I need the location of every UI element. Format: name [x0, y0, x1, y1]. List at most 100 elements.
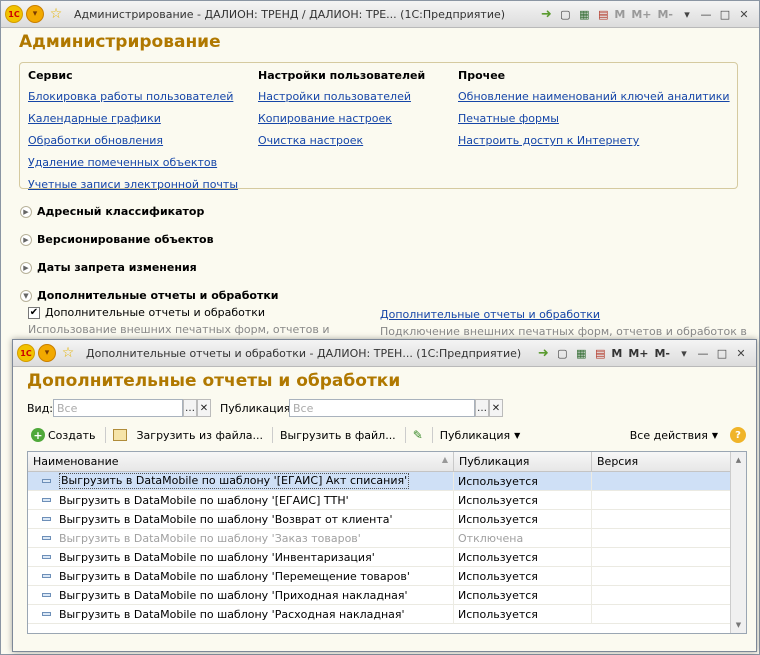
create-label: Создать	[48, 428, 96, 442]
link-delete-marked[interactable]: Удаление помеченных объектов	[28, 156, 238, 169]
copy-link-icon[interactable]: ▢	[554, 344, 570, 362]
add-copy-button[interactable]	[109, 429, 131, 441]
cell-publication: Используется	[454, 566, 592, 586]
column-other: Прочее Обновление наименований ключей ан…	[458, 69, 730, 156]
cell-publication: Используется	[454, 490, 592, 510]
cell-version	[592, 490, 732, 510]
pencil-icon: ✎	[412, 428, 423, 442]
unload-to-file-button[interactable]: Выгрузить в файл...	[276, 429, 400, 442]
close-icon[interactable]: ✕	[733, 344, 749, 362]
link-update-analytics-keys[interactable]: Обновление наименований ключей аналитики	[458, 90, 730, 103]
table-row[interactable]: Выгрузить в DataMobile по шаблону 'Прихо…	[28, 585, 746, 605]
calculator-icon[interactable]: ▦	[573, 344, 589, 362]
link-lock-users[interactable]: Блокировка работы пользователей	[28, 90, 238, 103]
create-button[interactable]: + Создать	[27, 428, 100, 442]
favorite-star-icon[interactable]: ☆	[59, 344, 77, 362]
unload-label: Выгрузить в файл...	[280, 428, 396, 442]
table-row[interactable]: Выгрузить в DataMobile по шаблону 'Перем…	[28, 566, 746, 586]
calculator-icon[interactable]: ▦	[576, 5, 592, 23]
1c-logo-icon[interactable]: 1С	[5, 5, 23, 23]
table-row[interactable]: Выгрузить в DataMobile по шаблону 'Заказ…	[28, 528, 746, 548]
chevron-down-icon: ▼	[514, 430, 521, 440]
processing-icon	[42, 479, 51, 483]
link-internet-access[interactable]: Настроить доступ к Интернету	[458, 134, 730, 147]
favorite-star-icon[interactable]: ☆	[47, 5, 65, 23]
cell-version	[592, 509, 732, 529]
select-button[interactable]: …	[475, 399, 489, 417]
publication-menu-button[interactable]: Публикация ▼	[436, 429, 525, 442]
menu-dropdown-icon[interactable]: ▾	[26, 5, 44, 23]
filter-vid-input[interactable]: Все	[53, 399, 183, 417]
all-actions-button[interactable]: Все действия ▼	[626, 429, 722, 442]
m-minus-button[interactable]: M-	[657, 8, 673, 21]
link-update-handlers[interactable]: Обработки обновления	[28, 134, 238, 147]
link-clear-settings[interactable]: Очистка настроек	[258, 134, 425, 147]
add-favorite-icon[interactable]: ➜	[535, 344, 551, 362]
scroll-up-icon[interactable]: ▲	[731, 452, 746, 468]
close-icon[interactable]: ✕	[736, 5, 752, 23]
main-titlebar: 1С ▾ ☆ Администрирование - ДАЛИОН: ТРЕНД…	[1, 1, 759, 28]
column-header-version[interactable]: Версия	[592, 452, 732, 471]
calendar-icon[interactable]: ▤	[592, 344, 608, 362]
filter-pub-input[interactable]: Все	[289, 399, 475, 417]
cell-name: Выгрузить в DataMobile по шаблону 'Перем…	[28, 566, 454, 586]
link-calendars[interactable]: Календарные графики	[28, 112, 238, 125]
m-minus-button[interactable]: M-	[654, 347, 670, 360]
command-bar: + Создать Загрузить из файла... Выгрузит…	[27, 424, 746, 446]
menu-dropdown-icon[interactable]: ▾	[38, 344, 56, 362]
window-title: Дополнительные отчеты и обработки - ДАЛИ…	[86, 346, 522, 360]
m-button[interactable]: M	[611, 347, 622, 360]
table-row[interactable]: Выгрузить в DataMobile по шаблону 'Расхо…	[28, 604, 746, 624]
link-user-settings[interactable]: Настройки пользователей	[258, 90, 425, 103]
table-row[interactable]: Выгрузить в DataMobile по шаблону 'Возвр…	[28, 509, 746, 529]
add-folder-icon	[112, 429, 127, 441]
minimize-icon[interactable]: —	[698, 5, 714, 23]
column-header-publication[interactable]: Публикация	[454, 452, 592, 471]
filter-vid-label: Вид:	[27, 402, 54, 415]
calendar-icon[interactable]: ▤	[595, 5, 611, 23]
vertical-scrollbar[interactable]: ▲ ▼	[730, 452, 746, 633]
table-header: Наименование ▲ Публикация Версия	[28, 452, 746, 472]
column-header-user-settings: Настройки пользователей	[258, 69, 426, 82]
m-plus-button[interactable]: M+	[631, 8, 651, 21]
help-icon[interactable]: ?	[730, 427, 746, 443]
checkbox-checked-icon[interactable]: ✔	[28, 306, 40, 319]
clear-icon[interactable]: ✕	[489, 399, 503, 417]
column-header-name[interactable]: Наименование ▲	[28, 452, 454, 471]
section-versioning[interactable]: ▶ Версионирование объектов	[20, 233, 214, 246]
cell-name: Выгрузить в DataMobile по шаблону 'Прихо…	[28, 585, 454, 605]
link-print-forms[interactable]: Печатные формы	[458, 112, 730, 125]
window-title: Администрирование - ДАЛИОН: ТРЕНД / ДАЛИ…	[74, 7, 506, 21]
cell-name: Выгрузить в DataMobile по шаблону '[ЕГАИ…	[28, 490, 454, 510]
load-label: Загрузить из файла...	[136, 428, 264, 442]
m-button[interactable]: M	[614, 8, 625, 21]
minimize-icon[interactable]: —	[695, 344, 711, 362]
maximize-icon[interactable]: □	[714, 344, 730, 362]
maximize-icon[interactable]: □	[717, 5, 733, 23]
processings-table[interactable]: Наименование ▲ Публикация Версия Выгрузи…	[27, 451, 747, 634]
more-dropdown-icon[interactable]: ▾	[676, 344, 692, 362]
table-row[interactable]: Выгрузить в DataMobile по шаблону 'Инвен…	[28, 547, 746, 567]
table-row[interactable]: Выгрузить в DataMobile по шаблону '[ЕГАИ…	[28, 490, 746, 510]
select-button[interactable]: …	[183, 399, 197, 417]
additional-reports-checkbox[interactable]: ✔ Дополнительные отчеты и обработки	[28, 306, 265, 319]
link-email-accounts[interactable]: Учетные записи электронной почты	[28, 178, 238, 191]
section-change-prohibition[interactable]: ▶ Даты запрета изменения	[20, 261, 197, 274]
clear-icon[interactable]: ✕	[197, 399, 211, 417]
section-address-classifier[interactable]: ▶ Адресный классификатор	[20, 205, 204, 218]
add-favorite-icon[interactable]: ➜	[538, 5, 554, 23]
processing-icon	[42, 498, 51, 502]
edit-button[interactable]: ✎	[409, 428, 427, 442]
scroll-down-icon[interactable]: ▼	[731, 617, 746, 633]
load-from-file-button[interactable]: Загрузить из файла...	[133, 429, 268, 442]
m-plus-button[interactable]: M+	[628, 347, 648, 360]
1c-logo-icon[interactable]: 1С	[17, 344, 35, 362]
table-row[interactable]: Выгрузить в DataMobile по шаблону '[ЕГАИ…	[28, 471, 746, 491]
copy-link-icon[interactable]: ▢	[557, 5, 573, 23]
cell-version	[592, 566, 732, 586]
section-additional-reports[interactable]: ▼ Дополнительные отчеты и обработки	[20, 289, 279, 302]
more-dropdown-icon[interactable]: ▾	[679, 5, 695, 23]
cell-version	[592, 471, 732, 491]
link-copy-settings[interactable]: Копирование настроек	[258, 112, 425, 125]
link-additional-reports[interactable]: Дополнительные отчеты и обработки	[380, 308, 600, 321]
